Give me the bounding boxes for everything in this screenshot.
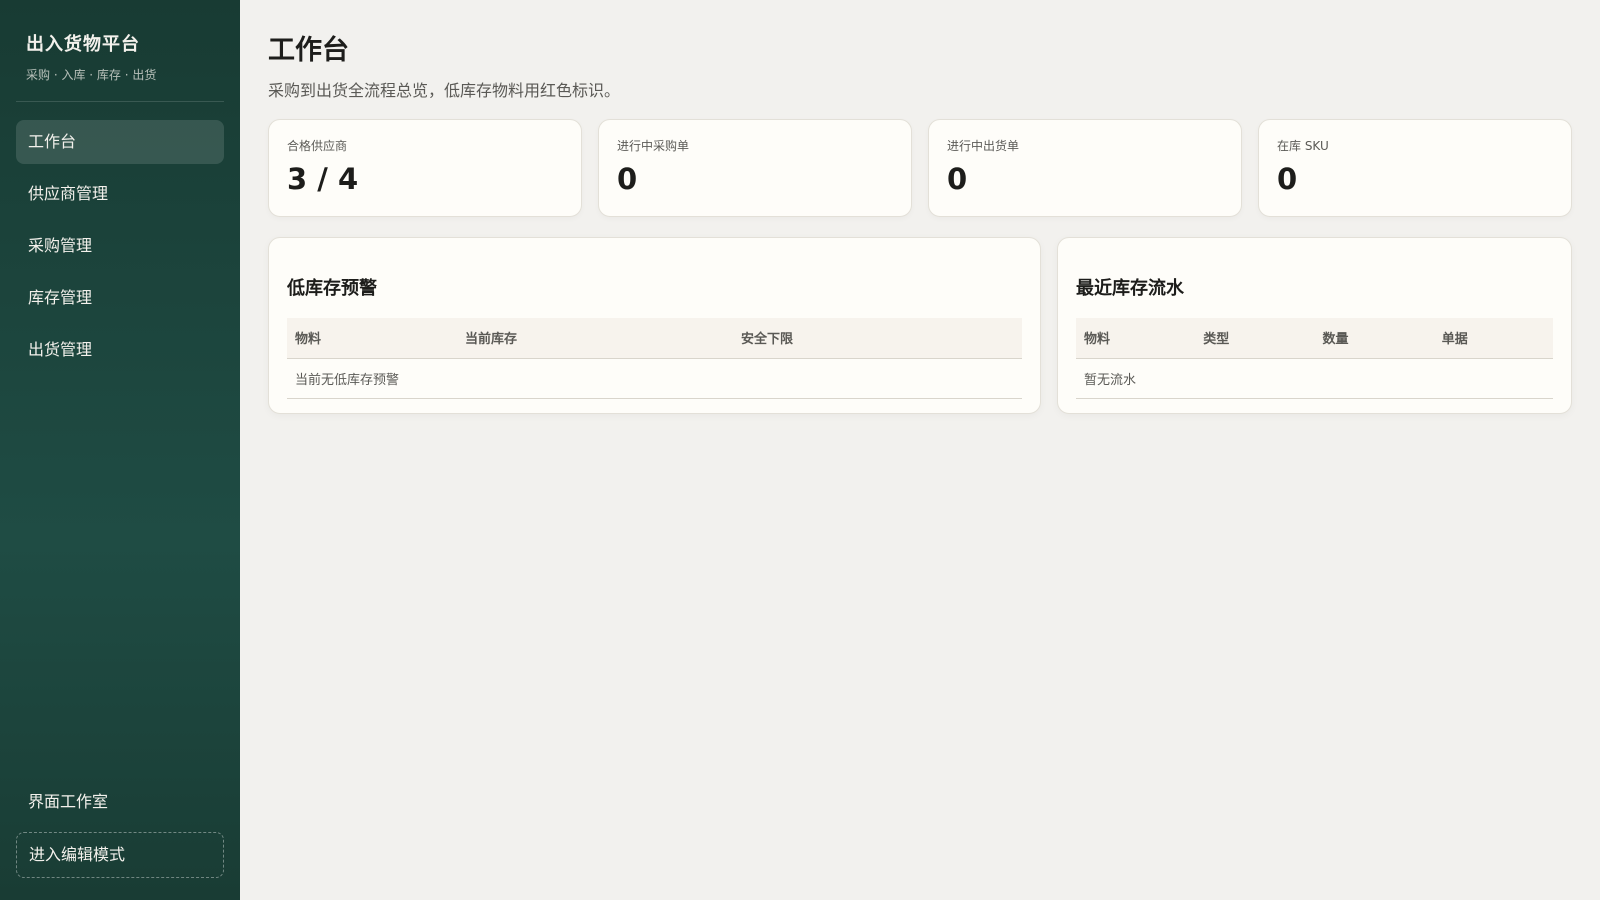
stat-label: 合格供应商	[287, 139, 348, 153]
recent-flow-table: 物料 类型 数量 单据 暂无流水	[1076, 318, 1553, 399]
stat-label: 在库 SKU	[1277, 139, 1329, 153]
column-header-current-stock: 当前库存	[457, 318, 733, 359]
column-header-quantity: 数量	[1314, 318, 1434, 359]
stat-value: 0	[1277, 162, 1298, 196]
empty-state-text: 当前无低库存预警	[287, 358, 1022, 399]
low-stock-table: 物料 当前库存 安全下限 当前无低库存预警	[287, 318, 1022, 399]
stat-card-active-purchase-orders: 进行中采购单 0	[598, 119, 912, 217]
sidebar-item-suppliers[interactable]: 供应商管理	[16, 172, 224, 216]
column-header-safety-minimum: 安全下限	[733, 318, 1022, 359]
brand: 出入货物平台 采购 · 入库 · 库存 · 出货	[16, 0, 224, 102]
panel-title: 最近库存流水	[1076, 278, 1184, 299]
brand-title: 出入货物平台	[26, 34, 140, 55]
table-row: 当前无低库存预警	[287, 358, 1022, 399]
column-header-material: 物料	[1076, 318, 1196, 359]
stat-value: 0	[947, 162, 968, 196]
column-header-document: 单据	[1433, 318, 1553, 359]
stat-value: 0	[617, 162, 638, 196]
studio-label: 界面工作室	[28, 792, 109, 811]
sidebar-nav: 工作台 供应商管理 采购管理 库存管理 出货管理	[16, 120, 224, 372]
recent-flow-panel: 最近库存流水 物料 类型 数量 单据 暂无流水	[1057, 237, 1572, 414]
page-description: 采购到出货全流程总览，低库存物料用红色标识。	[268, 81, 621, 100]
stat-label: 进行中出货单	[947, 139, 1020, 153]
table-header-row: 物料 当前库存 安全下限	[287, 318, 1022, 359]
stat-card-sku-in-stock: 在库 SKU 0	[1258, 119, 1572, 217]
low-stock-panel: 低库存预警 物料 当前库存 安全下限 当前无低库存预警	[268, 237, 1041, 414]
empty-state-text: 暂无流水	[1076, 358, 1553, 399]
main-content: 工作台 采购到出货全流程总览，低库存物料用红色标识。 合格供应商 3 / 4 进…	[268, 0, 1572, 414]
enter-edit-mode-button[interactable]: 进入编辑模式	[16, 832, 224, 878]
sidebar-item-workbench[interactable]: 工作台	[16, 120, 224, 164]
sidebar-item-purchasing[interactable]: 采购管理	[16, 224, 224, 268]
stats-row: 合格供应商 3 / 4 进行中采购单 0 进行中出货单 0 在库 SKU 0	[268, 119, 1572, 217]
panels-row: 低库存预警 物料 当前库存 安全下限 当前无低库存预警 最近库存流水 物料 类型…	[268, 237, 1572, 414]
sidebar-item-shipping[interactable]: 出货管理	[16, 328, 224, 372]
stat-label: 进行中采购单	[617, 139, 690, 153]
sidebar-item-inventory[interactable]: 库存管理	[16, 276, 224, 320]
table-header-row: 物料 类型 数量 单据	[1076, 318, 1553, 359]
panel-title: 低库存预警	[287, 278, 377, 299]
stat-card-qualified-suppliers: 合格供应商 3 / 4	[268, 119, 582, 217]
sidebar: 出入货物平台 采购 · 入库 · 库存 · 出货 工作台 供应商管理 采购管理 …	[0, 0, 240, 900]
table-row: 暂无流水	[1076, 358, 1553, 399]
stat-value: 3 / 4	[287, 162, 359, 196]
brand-subtitle: 采购 · 入库 · 库存 · 出货	[26, 68, 157, 82]
page-title: 工作台	[268, 35, 349, 66]
column-header-material: 物料	[287, 318, 457, 359]
column-header-type: 类型	[1195, 318, 1315, 359]
stat-card-active-shipments: 进行中出货单 0	[928, 119, 1242, 217]
sidebar-footer: 界面工作室 进入编辑模式	[16, 782, 224, 878]
